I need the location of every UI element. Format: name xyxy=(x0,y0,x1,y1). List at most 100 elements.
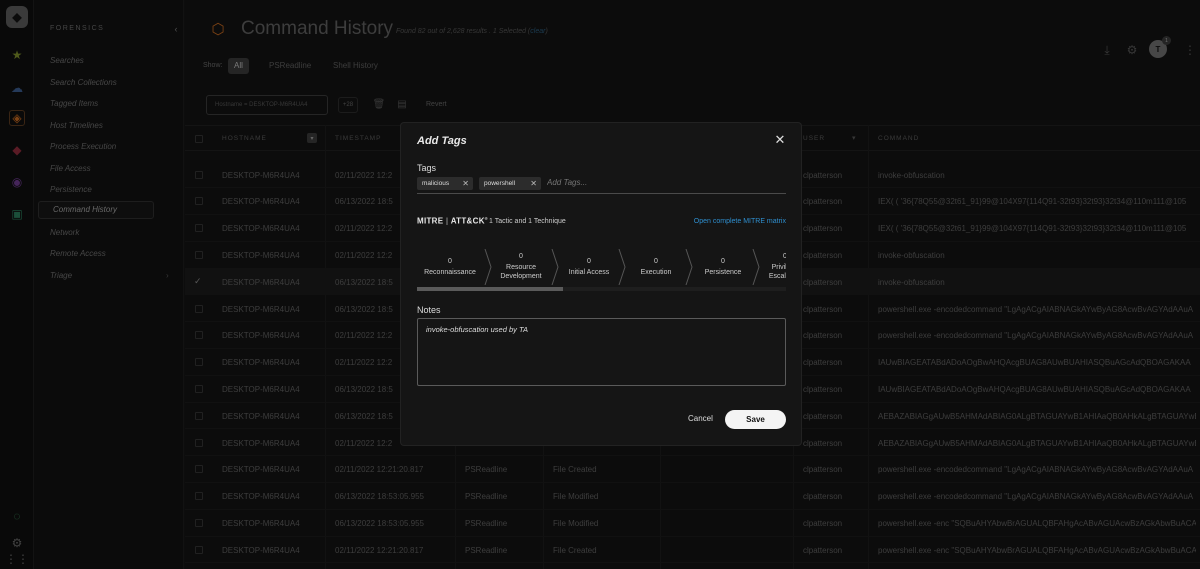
export-icon[interactable]: ⤓ xyxy=(1099,42,1115,58)
table-row[interactable]: DESKTOP-M6R4UA4 06/13/2022 18:53:05.955 … xyxy=(185,510,1200,537)
cell-hostname: DESKTOP-M6R4UA4 xyxy=(222,465,300,475)
tactic-execution[interactable]: 0 Execution xyxy=(626,245,686,289)
threat-icon[interactable]: ◆ xyxy=(9,142,25,158)
tactic-label: Reconnaissance xyxy=(424,268,476,276)
chevron-right-icon: › xyxy=(166,271,169,280)
column-timestamp[interactable]: TIMESTAMP xyxy=(335,135,381,142)
row-checkbox[interactable] xyxy=(195,492,203,501)
filter-count[interactable]: +28 xyxy=(338,97,358,113)
forensics-icon[interactable]: ◈ xyxy=(9,110,25,126)
remove-tag-icon[interactable]: ✕ xyxy=(530,177,537,190)
tab-shell-history[interactable]: Shell History xyxy=(327,58,384,74)
tactic-privilege-escalation[interactable]: 0 Privilege Escalation xyxy=(760,245,786,289)
table-row[interactable]: DESKTOP-M6R4UA4 02/11/2022 12:21:20.817 … xyxy=(185,456,1200,484)
mitre-tactics-strip[interactable]: 0 Reconnaissance 0 Resource Development … xyxy=(417,245,786,289)
row-checkbox[interactable] xyxy=(195,250,203,259)
save-button[interactable]: Save xyxy=(725,410,786,429)
tags-field[interactable]: malicious ✕ powershell ✕ xyxy=(417,177,786,194)
tactic-count: 0 xyxy=(587,257,591,265)
tactic-reconnaissance[interactable]: 0 Reconnaissance xyxy=(417,245,483,289)
report-icon[interactable]: ▣ xyxy=(9,206,25,222)
row-checkbox[interactable] xyxy=(195,411,203,420)
row-checked-icon[interactable]: ✓ xyxy=(194,276,202,287)
tactic-initial-access[interactable]: 0 Initial Access xyxy=(559,245,619,289)
sort-icon[interactable]: ▾ xyxy=(852,134,856,142)
cell-hostname: DESKTOP-M6R4UA4 xyxy=(222,277,300,287)
star-icon[interactable]: ★ xyxy=(9,47,25,63)
filter-icon[interactable]: ▾ xyxy=(307,133,317,143)
app-logo-icon[interactable]: ◆ xyxy=(6,6,28,28)
cell-hostname: DESKTOP-M6R4UA4 xyxy=(222,411,300,421)
cell-user: clpatterson xyxy=(803,358,843,368)
sidebar-item-command-history[interactable]: Command History xyxy=(38,201,154,219)
cell-user: clpatterson xyxy=(803,411,843,421)
table-row[interactable]: DESKTOP-M6R4UA4 06/13/2022 18:53:05.955 … xyxy=(185,483,1200,510)
mitre-attack-logo: MITRE | ATT&CK® xyxy=(417,216,489,226)
cell-action: File Created xyxy=(553,545,597,555)
grid-icon[interactable]: ⋮⋮ xyxy=(5,551,29,567)
results-summary: Found 82 out of 2,628 results . 1 Select… xyxy=(396,28,548,35)
cancel-button[interactable]: Cancel xyxy=(688,414,713,423)
row-checkbox[interactable] xyxy=(195,304,203,313)
select-all-checkbox[interactable] xyxy=(195,135,203,143)
cell-command: AEBAZABIAGgAUwB5AHMAdABIAG0ALgBTAGUAYwB1… xyxy=(878,438,1196,448)
row-checkbox[interactable] xyxy=(195,545,203,554)
close-icon[interactable]: ✕ xyxy=(773,132,787,147)
add-tags-input[interactable] xyxy=(547,178,697,187)
more-icon[interactable]: ⋮ xyxy=(1182,42,1198,58)
row-checkbox[interactable] xyxy=(195,197,203,206)
row-checkbox[interactable] xyxy=(195,384,203,393)
row-checkbox[interactable] xyxy=(195,331,203,340)
tactic-count: 0 xyxy=(721,257,725,265)
chevron-right-icon xyxy=(752,249,760,285)
cell-hostname: DESKTOP-M6R4UA4 xyxy=(222,438,300,448)
sidebar-item-persistence[interactable]: Persistence xyxy=(50,185,92,194)
sidebar-item-host-timelines[interactable]: Host Timelines xyxy=(50,121,103,130)
cloud-icon[interactable]: ☁ xyxy=(9,80,25,96)
dialog-title: Add Tags xyxy=(417,135,467,147)
remove-tag-icon[interactable]: ✕ xyxy=(462,177,469,190)
cell-user: clpatterson xyxy=(803,492,843,502)
cell-source: PSReadline xyxy=(465,518,508,528)
status-icon[interactable]: ◌ xyxy=(9,508,25,524)
tab-all[interactable]: All xyxy=(228,58,249,74)
sidebar-item-tagged-items[interactable]: Tagged Items xyxy=(50,99,98,108)
open-mitre-matrix-link[interactable]: Open complete MITRE matrix xyxy=(694,218,786,225)
sidebar-item-file-access[interactable]: File Access xyxy=(50,164,91,173)
collapse-icon[interactable]: ‹ xyxy=(170,23,182,35)
trash-icon[interactable]: 🗑 xyxy=(372,97,386,111)
sidebar-item-process-execution[interactable]: Process Execution xyxy=(50,142,116,151)
row-checkbox[interactable] xyxy=(195,358,203,367)
table-row[interactable]: DESKTOP-M6R4UA4 02/11/2022 12:21:20.817 … xyxy=(185,537,1200,564)
row-checkbox[interactable] xyxy=(195,438,203,447)
row-checkbox[interactable] xyxy=(195,224,203,233)
row-checkbox[interactable] xyxy=(195,518,203,527)
column-command[interactable]: COMMAND xyxy=(878,135,919,142)
calendar-icon[interactable]: ▤ xyxy=(395,97,409,111)
tactics-scrollbar[interactable] xyxy=(417,287,786,291)
row-checkbox[interactable] xyxy=(195,170,203,179)
column-hostname[interactable]: HOSTNAME xyxy=(222,135,267,142)
tactic-resource-development[interactable]: 0 Resource Development xyxy=(491,245,551,289)
sidebar-item-search-collections[interactable]: Search Collections xyxy=(50,78,117,87)
sidebar-item-searches[interactable]: Searches xyxy=(50,56,84,65)
column-user[interactable]: USER xyxy=(803,135,825,142)
hostname-filter-chip[interactable]: Hostname = DESKTOP-M6R4UA4 xyxy=(206,95,328,115)
notes-textarea[interactable]: invoke-obfuscation used by TA xyxy=(417,318,786,386)
cell-hostname: DESKTOP-M6R4UA4 xyxy=(222,170,300,180)
gear-icon[interactable]: ⚙ xyxy=(9,535,25,551)
sidebar-item-triage[interactable]: Triage xyxy=(50,271,72,280)
hunt-icon[interactable]: ◉ xyxy=(9,174,25,190)
row-checkbox[interactable] xyxy=(195,465,203,474)
revert-button[interactable]: Revert xyxy=(426,101,447,108)
tab-psreadline[interactable]: PSReadline xyxy=(263,58,317,74)
sidebar-item-remote-access[interactable]: Remote Access xyxy=(50,249,106,258)
scrollbar-thumb[interactable] xyxy=(417,287,563,291)
tactic-persistence[interactable]: 0 Persistence xyxy=(693,245,753,289)
settings-icon[interactable]: ⚙ xyxy=(1124,42,1140,58)
cell-user: clpatterson xyxy=(803,197,843,207)
tactic-label: Initial Access xyxy=(568,268,610,276)
cell-hostname: DESKTOP-M6R4UA4 xyxy=(222,250,300,260)
sidebar-item-network[interactable]: Network xyxy=(50,228,79,237)
clear-selection-link[interactable]: clear xyxy=(530,28,545,35)
